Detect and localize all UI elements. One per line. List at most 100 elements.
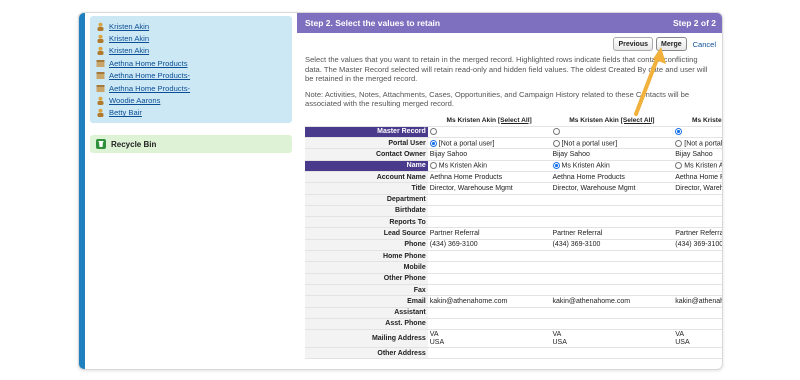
recent-item-link[interactable]: Kristen Akin [109, 22, 149, 31]
field-value-cell: Partner Referral [673, 227, 722, 240]
recent-item-link[interactable]: Aethna Home Products- [109, 84, 190, 93]
field-value: VA USA [552, 330, 567, 346]
value-radio[interactable] [552, 139, 560, 147]
field-value-cell [427, 307, 551, 319]
field-value: [Not a portal user] [438, 139, 495, 147]
value-radio[interactable] [552, 128, 560, 136]
field-value-cell [427, 216, 551, 229]
merge-table: Ms Kristen Akin [Select All] Ms Kristen A… [305, 114, 722, 360]
field-label: Other Address [305, 347, 428, 360]
field-label: Other Phone [305, 273, 428, 285]
table-row: Mailing Address VA USA VA USA VA USA [305, 329, 722, 349]
account-icon [96, 59, 105, 67]
table-row: Portal User [Not a portal user] [Not a por… [305, 137, 722, 150]
field-value: kakin@athenahome.com [552, 297, 631, 305]
recent-item[interactable]: Aethna Home Products [96, 57, 286, 69]
recent-item[interactable]: Betty Bair [96, 107, 286, 119]
field-value-cell [427, 194, 551, 206]
field-value-cell [427, 347, 551, 360]
field-value-cell [550, 347, 674, 360]
recent-item-link[interactable]: Kristen Akin [109, 34, 149, 43]
field-value: Partner Referral [552, 230, 603, 238]
value-radio[interactable] [429, 162, 437, 170]
recent-item[interactable]: Kristen Akin [96, 32, 286, 44]
field-value-cell [427, 126, 551, 139]
column-name: Ms Kristen Akin [691, 116, 722, 124]
recycle-bin-icon [96, 139, 106, 150]
field-value-cell: [Not a portal user] [427, 137, 551, 150]
contact-icon [97, 109, 104, 118]
header-spacer [305, 114, 428, 127]
field-value-cell [427, 250, 551, 263]
field-label: Lead Source [305, 227, 428, 240]
table-row: Department [305, 194, 722, 206]
field-value-cell: Ms Kristen Akin [550, 160, 674, 172]
table-row: Home Phone [305, 250, 722, 263]
field-value-cell: VA USA [427, 329, 551, 349]
cancel-link[interactable]: Cancel [693, 40, 716, 49]
field-value-cell [673, 205, 722, 218]
recent-item-link[interactable]: Aethna Home Products [109, 59, 188, 68]
value-radio[interactable] [429, 139, 437, 147]
field-value: kakin@athenahome.com [675, 297, 722, 305]
contact-icon [97, 34, 104, 44]
table-row: Name Ms Kristen Akin Ms Kristen Akin Ms Kri… [305, 160, 722, 172]
select-all-link[interactable]: [Select All] [498, 117, 532, 124]
account-icon [96, 72, 105, 80]
field-value-cell [673, 307, 722, 319]
field-value: Aethna Home Products [675, 173, 722, 181]
field-value-cell [427, 205, 551, 218]
field-value-cell: [Not a portal user] [673, 137, 722, 150]
table-row: Fax [305, 284, 722, 297]
field-value-cell: Ms Kristen Akin [673, 160, 722, 172]
value-radio[interactable] [675, 128, 683, 136]
recent-item[interactable]: Kristen Akin [96, 45, 286, 57]
field-value-cell: kakin@athenahome.com [550, 295, 674, 308]
field-value-cell: (434) 369-3100 [550, 239, 674, 252]
table-row: Asst. Phone [305, 318, 722, 331]
field-label: Reports To [305, 216, 428, 229]
field-value-cell [427, 261, 551, 274]
merge-contacts-window: Kristen Akin Kristen Akin Kristen Akin Aeth… [78, 12, 723, 370]
step-title: Step 2. Select the values to retain [305, 18, 441, 28]
field-label: Contact Owner [305, 148, 428, 161]
recent-item-link[interactable]: Aethna Home Products- [109, 71, 190, 80]
field-value-cell [673, 250, 722, 263]
field-value-cell: (434) 369-3100 [673, 239, 722, 252]
column-header: Ms Kristen Akin [Select All] [673, 114, 722, 127]
recent-item-link[interactable]: Kristen Akin [109, 46, 149, 55]
recycle-bin-link[interactable]: Recycle Bin [90, 135, 292, 154]
value-radio[interactable] [552, 162, 560, 170]
field-value-cell: VA USA [550, 329, 674, 349]
field-value-cell: Aethna Home Products [427, 171, 551, 184]
table-row: Mobile [305, 261, 722, 274]
contact-icon [97, 96, 104, 106]
field-label: Assistant [305, 307, 428, 319]
field-value-cell: Director, Warehouse Mgmt [673, 182, 722, 195]
table-row: Title Director, Warehouse Mgmt Director, W… [305, 182, 722, 195]
field-value-cell [673, 347, 722, 360]
field-value-cell: Partner Referral [550, 227, 674, 240]
recent-item[interactable]: Aethna Home Products- [96, 70, 286, 82]
value-radio[interactable] [429, 128, 437, 136]
field-value: VA USA [429, 330, 445, 346]
value-radio[interactable] [675, 162, 683, 170]
field-value-cell: kakin@athenahome.com [427, 295, 551, 308]
field-label: Department [305, 194, 428, 206]
field-value: kakin@athenahome.com [429, 297, 508, 305]
recent-item[interactable]: Kristen Akin [96, 20, 286, 32]
field-value-cell [550, 318, 674, 331]
recent-item[interactable]: Aethna Home Products- [96, 82, 286, 94]
field-value-cell [673, 126, 722, 139]
field-value-cell: [Not a portal user] [550, 137, 674, 150]
recent-item[interactable]: Woodie Aarons [96, 94, 286, 106]
table-row: Phone (434) 369-3100 (434) 369-3100 (434) 3… [305, 239, 722, 252]
value-radio[interactable] [675, 139, 683, 147]
field-label: Name [305, 160, 428, 172]
field-value-cell: kakin@athenahome.com [673, 295, 722, 308]
field-label: Home Phone [305, 250, 428, 263]
field-value: Aethna Home Products [552, 173, 625, 181]
recent-item-link[interactable]: Woodie Aarons [109, 96, 160, 105]
recent-item-link[interactable]: Betty Bair [109, 108, 142, 117]
field-label: Asst. Phone [305, 318, 428, 331]
